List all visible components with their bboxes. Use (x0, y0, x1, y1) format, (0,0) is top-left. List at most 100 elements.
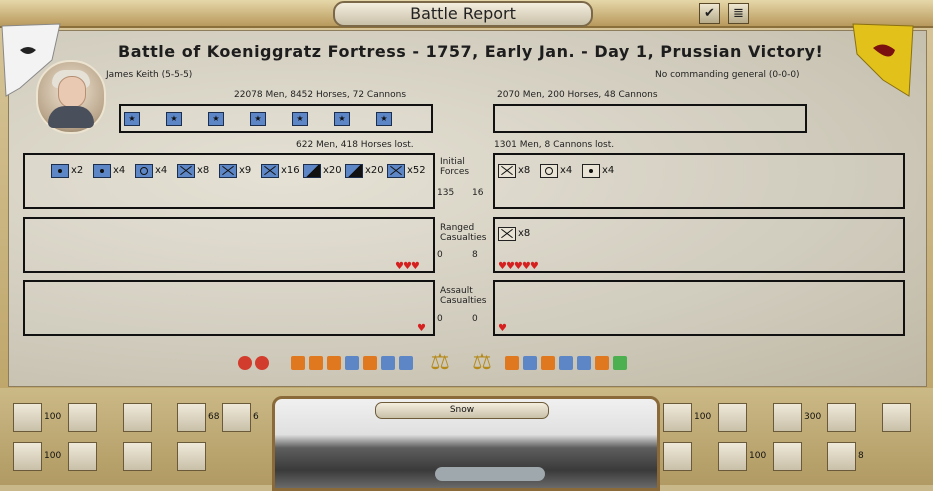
tactic-icon[interactable] (595, 356, 609, 370)
log-button[interactable]: ≣ (728, 3, 749, 24)
confirm-button[interactable]: ✔ (699, 3, 720, 24)
assault-right-num: 0 (472, 314, 478, 324)
reserve-count: 100 (694, 412, 712, 422)
tactic-icon[interactable] (541, 356, 555, 370)
left-assault-hearts: ♥ (417, 323, 426, 334)
assault-casualties-label: Assault Casualties (440, 286, 487, 306)
unit-garrison[interactable]: x4 (582, 163, 615, 178)
unit-count: x8 (518, 165, 531, 176)
tactic-icon[interactable] (613, 356, 627, 370)
unit-cavalry[interactable]: x20 (303, 163, 342, 178)
unit-count: x16 (281, 165, 300, 176)
reserve-slot[interactable] (68, 442, 97, 471)
general-icon[interactable]: ★ (124, 112, 140, 126)
unit-infantry[interactable]: x16 (261, 163, 300, 178)
unit-count: x4 (602, 165, 615, 176)
tactic-icon[interactable] (559, 356, 573, 370)
reserve-slot[interactable] (177, 403, 206, 432)
ranged-casualties-label: Ranged Casualties (440, 223, 487, 243)
reserve-slot[interactable] (68, 403, 97, 432)
initial-left-num: 135 (437, 188, 455, 198)
reserve-slot[interactable] (123, 403, 152, 432)
reserve-slot[interactable] (773, 442, 802, 471)
reserve-slot[interactable] (827, 403, 856, 432)
supply-icon (93, 163, 111, 178)
fort-artillery-icon (540, 163, 558, 178)
reserve-count: 100 (44, 451, 62, 461)
reserve-count: 8 (858, 451, 864, 461)
reserve-slot[interactable] (718, 403, 747, 432)
garrison-icon (582, 163, 600, 178)
general-icon[interactable]: ★ (292, 112, 308, 126)
reserve-slot[interactable] (13, 403, 42, 432)
militia-icon (498, 163, 516, 178)
assault-left-num: 0 (437, 314, 443, 324)
unit-artillery[interactable]: x2 (51, 163, 83, 178)
tactic-icon[interactable] (291, 356, 305, 370)
right-assault-hearts: ♥ (498, 323, 507, 334)
right-losses: 1301 Men, 8 Cannons lost. (494, 140, 615, 150)
balance-scale-icon: ⚖ (430, 350, 450, 375)
unit-count: x8 (518, 228, 531, 239)
cavalry-icon (303, 163, 321, 178)
reserve-count: 100 (44, 412, 62, 422)
tactic-icon[interactable] (505, 356, 519, 370)
tactic-icon[interactable] (309, 356, 323, 370)
reserve-slot[interactable] (773, 403, 802, 432)
unit-count: x20 (323, 165, 342, 176)
right-leaders-box (493, 104, 807, 133)
general-icon[interactable]: ★ (250, 112, 266, 126)
tactic-icon[interactable] (327, 356, 341, 370)
unit-engineer[interactable]: x4 (135, 163, 167, 178)
reserve-count: 6 (253, 412, 259, 422)
right-initial-forces-box (493, 153, 905, 209)
tactic-icon[interactable] (577, 356, 591, 370)
reserve-slot[interactable] (882, 403, 911, 432)
general-icon[interactable]: ★ (208, 112, 224, 126)
left-ranged-box (23, 217, 435, 273)
right-ranged-hearts: ♥♥♥♥♥ (498, 261, 539, 272)
window-title: Battle Report (333, 1, 593, 27)
initial-right-num: 16 (472, 188, 484, 198)
left-losses: 622 Men, 418 Horses lost. (296, 140, 414, 150)
reserve-slot[interactable] (718, 442, 747, 471)
infantry-icon (219, 163, 237, 178)
general-icon[interactable]: ★ (376, 112, 392, 126)
infantry-icon (177, 163, 195, 178)
right-totals: 2070 Men, 200 Horses, 48 Cannons (497, 90, 658, 100)
unit-infantry[interactable]: x52 (387, 163, 426, 178)
reserve-slot[interactable] (663, 403, 692, 432)
morale-icon[interactable] (238, 356, 252, 370)
tactic-icon[interactable] (381, 356, 395, 370)
weather-label: Snow (375, 402, 549, 419)
unit-count: x4 (560, 165, 573, 176)
unit-fort-artillery[interactable]: x4 (540, 163, 573, 178)
reserve-slot[interactable] (177, 442, 206, 471)
unit-supply[interactable]: x4 (93, 163, 125, 178)
reserve-slot[interactable] (827, 442, 856, 471)
commander-portrait[interactable] (36, 60, 106, 134)
general-icon[interactable]: ★ (334, 112, 350, 126)
tactic-icon[interactable] (399, 356, 413, 370)
left-ranged-hearts: ♥♥♥ (395, 261, 420, 272)
reserve-slot[interactable] (123, 442, 152, 471)
unit-count: x52 (407, 165, 426, 176)
reserve-slot[interactable] (663, 442, 692, 471)
unit-cavalry[interactable]: x20 (345, 163, 384, 178)
reserve-slot[interactable] (13, 442, 42, 471)
artillery-icon (51, 163, 69, 178)
ranged-left-num: 0 (437, 250, 443, 260)
reserve-slot[interactable] (222, 403, 251, 432)
balance-scale-icon: ⚖ (472, 350, 492, 375)
unit-militia-ranged[interactable]: x8 (498, 226, 531, 241)
general-icon[interactable]: ★ (166, 112, 182, 126)
tactic-icon[interactable] (363, 356, 377, 370)
tactic-icon[interactable] (523, 356, 537, 370)
morale-icon[interactable] (255, 356, 269, 370)
tactic-icon[interactable] (345, 356, 359, 370)
left-commander-name: James Keith (5-5-5) (106, 70, 193, 80)
unit-infantry[interactable]: x9 (219, 163, 251, 178)
unit-militia[interactable]: x8 (498, 163, 531, 178)
right-commander-name: No commanding general (0-0-0) (655, 70, 800, 80)
unit-infantry[interactable]: x8 (177, 163, 209, 178)
